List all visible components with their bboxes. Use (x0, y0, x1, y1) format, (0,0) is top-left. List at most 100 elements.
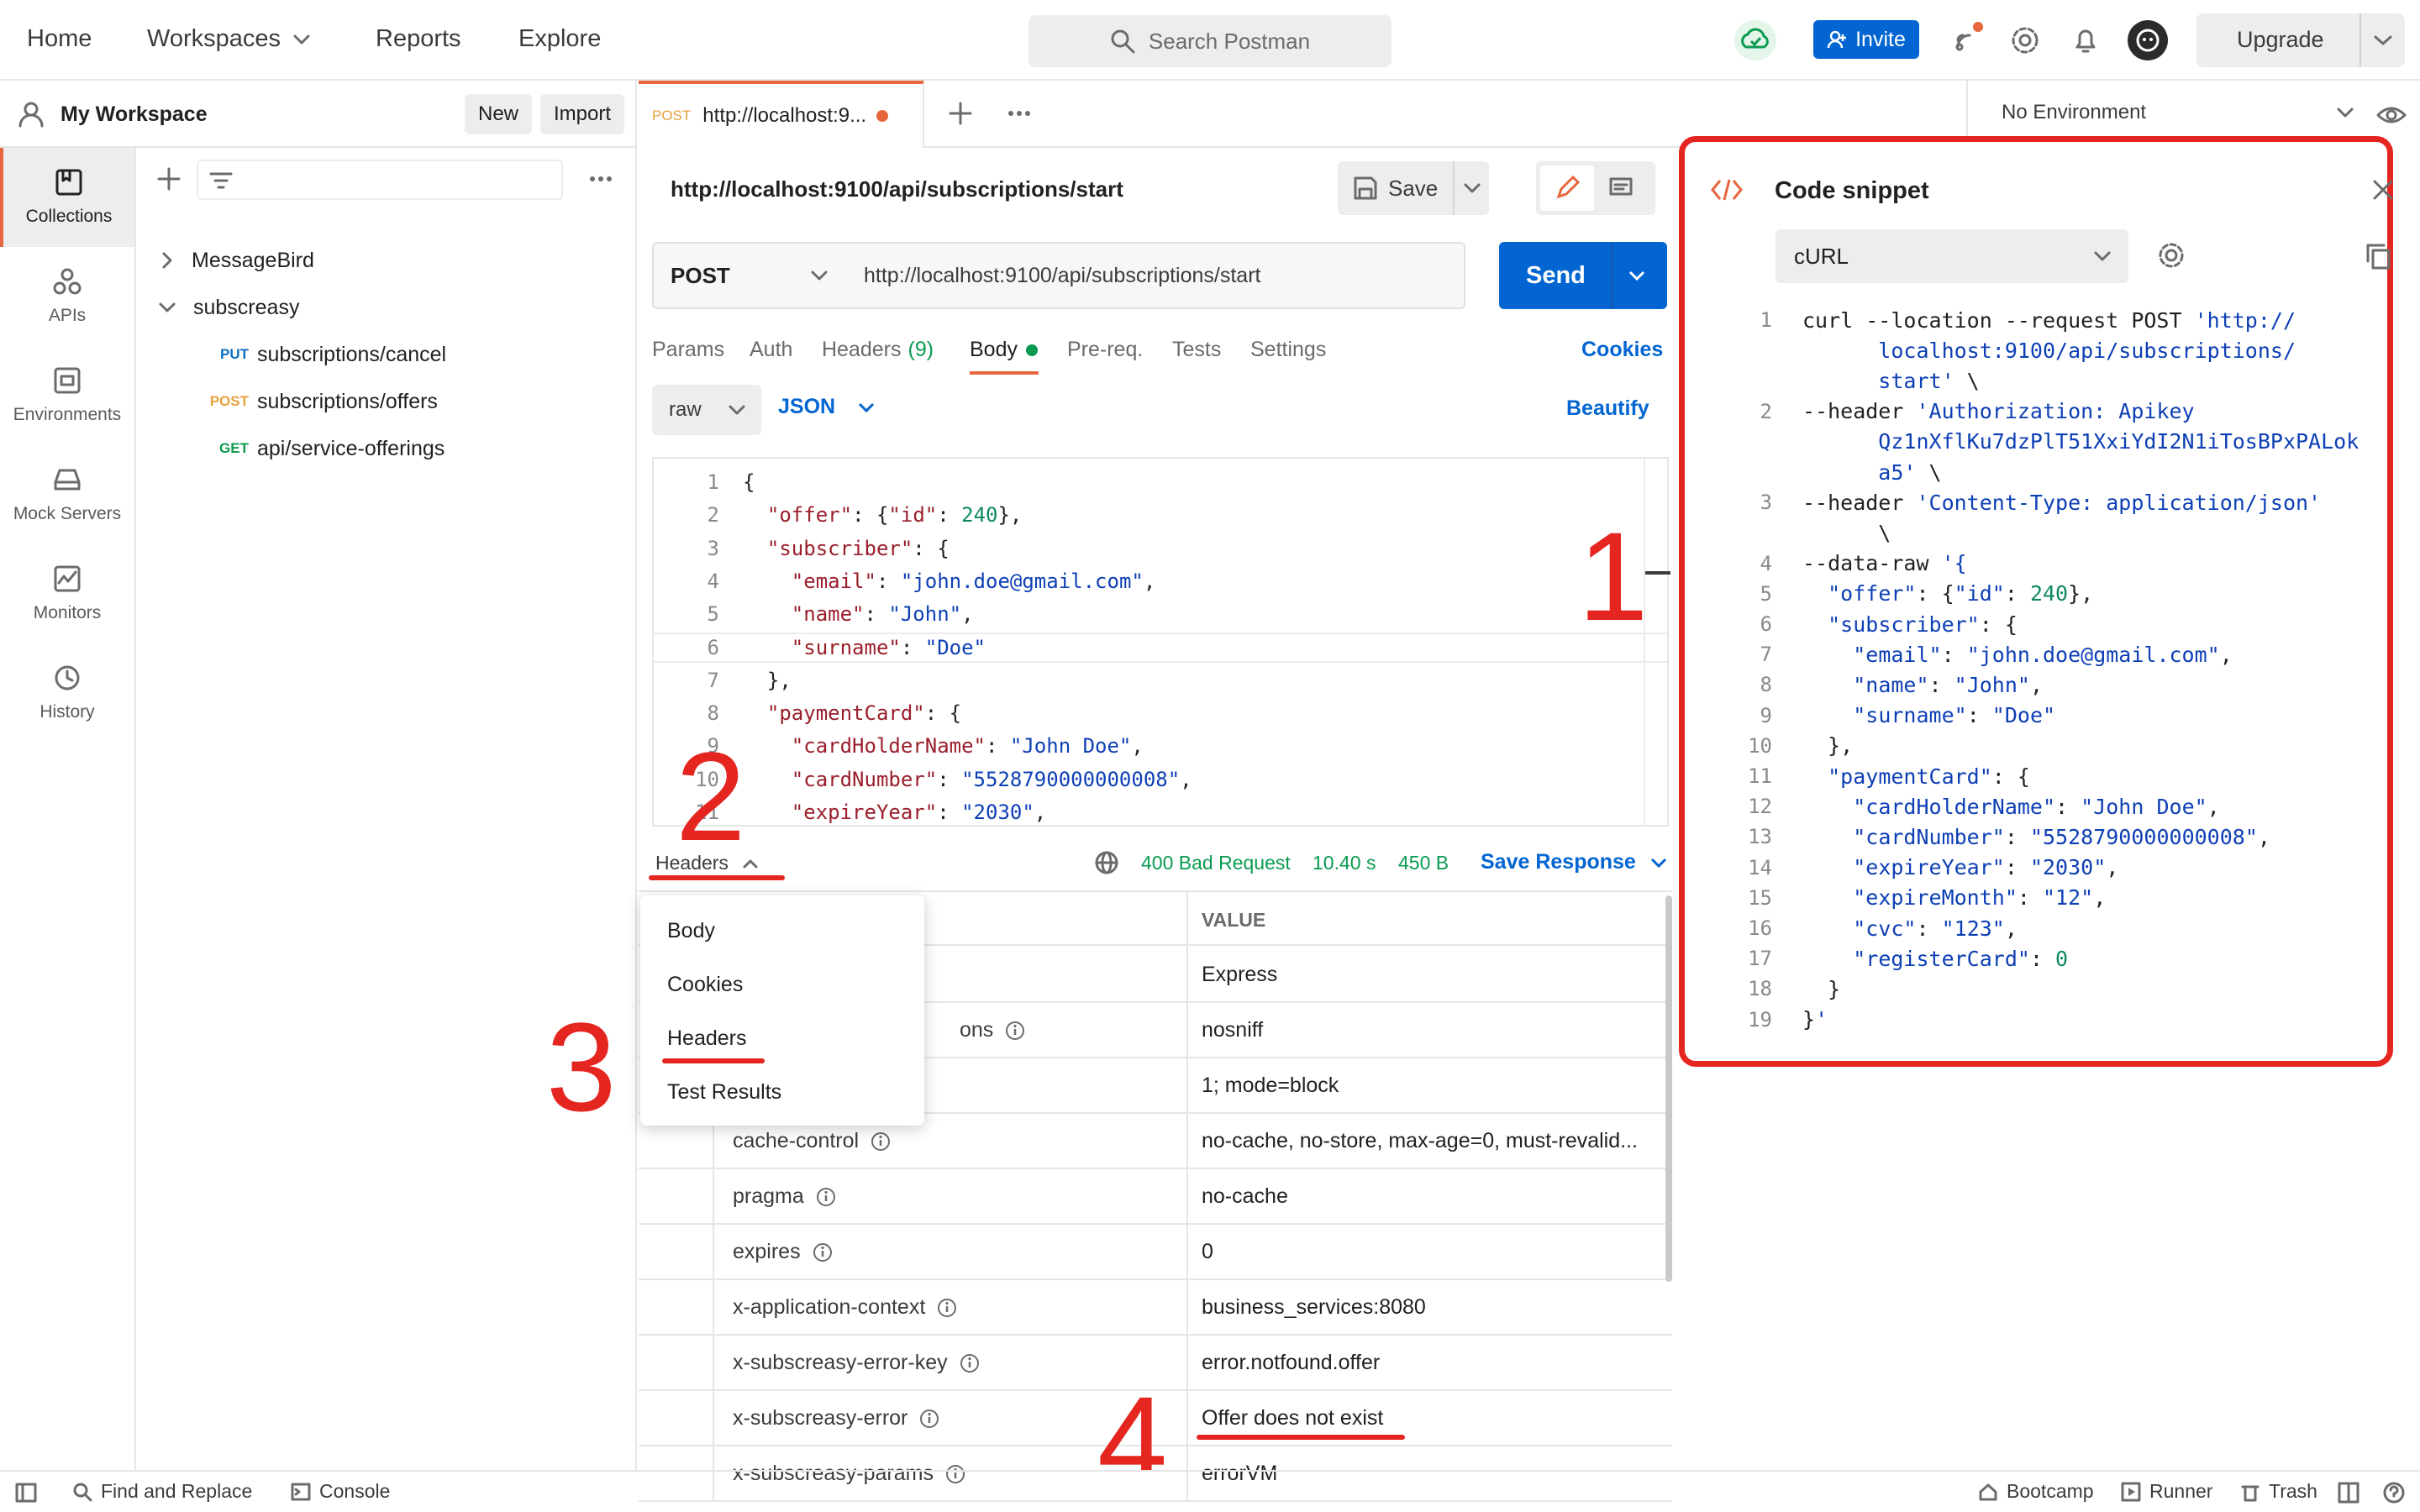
tab-settings[interactable]: Settings (1250, 338, 1326, 362)
nav-workspaces[interactable]: Workspaces (147, 25, 311, 53)
find-replace-button[interactable]: Find and Replace (72, 1480, 252, 1503)
chevron-down-icon (2094, 251, 2111, 261)
avatar[interactable] (2128, 20, 2168, 60)
collection-subscreasy[interactable]: subscreasy (136, 284, 637, 331)
chevron-down-icon[interactable] (2373, 34, 2393, 46)
save-button[interactable]: Save (1338, 161, 1489, 215)
gear-icon[interactable] (2157, 241, 2186, 270)
chevron-down-icon (1464, 183, 1481, 193)
cookies-link[interactable]: Cookies (1581, 338, 1663, 362)
collection-messagebird[interactable]: MessageBird (136, 237, 637, 284)
globe-icon[interactable] (1094, 850, 1119, 875)
url-input[interactable]: http://localhost:9100/api/subscriptions/… (845, 242, 1465, 309)
nav-home[interactable]: Home (27, 25, 92, 53)
more-options-icon[interactable] (590, 176, 612, 181)
request-title[interactable]: http://localhost:9100/api/subscriptions/… (671, 176, 1123, 202)
request-item[interactable]: POST subscriptions/offers (136, 378, 637, 425)
info-icon[interactable] (813, 1242, 833, 1263)
tab-auth[interactable]: Auth (750, 338, 792, 362)
nav-reports[interactable]: Reports (376, 25, 461, 53)
info-icon[interactable] (919, 1409, 939, 1429)
header-value[interactable]: 1; mode=block (1202, 1074, 1339, 1098)
tab-prereq[interactable]: Pre-req. (1067, 338, 1143, 362)
chevron-down-icon (729, 405, 745, 415)
code-line: 3 "subscriber": { (654, 533, 950, 564)
header-value[interactable]: nosniff (1202, 1018, 1263, 1042)
request-item[interactable]: PUT subscriptions/cancel (136, 331, 637, 378)
body-mode-select[interactable]: raw (652, 385, 761, 435)
code-line: 10 }, (1685, 731, 1853, 761)
header-value[interactable]: error.notfound.offer (1202, 1351, 1380, 1375)
satellite-icon[interactable] (1951, 22, 1985, 55)
sidebar-item-monitors[interactable]: Monitors (0, 544, 134, 643)
send-button[interactable]: Send (1499, 242, 1667, 309)
menu-item-test-results[interactable]: Test Results (667, 1080, 781, 1105)
edit-mode-button[interactable] (1540, 165, 1594, 211)
body-language-select[interactable]: JSON (778, 395, 876, 419)
help-icon[interactable] (2383, 1482, 2405, 1504)
info-icon[interactable] (960, 1353, 980, 1373)
info-icon[interactable] (1005, 1021, 1025, 1041)
import-button[interactable]: Import (540, 94, 624, 134)
header-value[interactable]: no-cache, no-store, max-age=0, must-reva… (1202, 1129, 1638, 1153)
method-select[interactable]: POST (652, 242, 847, 309)
sidebar-item-mock-servers[interactable]: Mock Servers (0, 445, 134, 544)
info-icon[interactable] (871, 1131, 891, 1152)
invite-button[interactable]: Invite (1813, 20, 1919, 59)
bootcamp-button[interactable]: Bootcamp (1978, 1480, 2094, 1503)
header-value[interactable]: Express (1202, 963, 1277, 987)
console-button[interactable]: Console (291, 1480, 390, 1503)
code-line: 6 "surname": "Doe" (654, 632, 1667, 663)
environment-select[interactable]: No Environment (2002, 101, 2354, 124)
plus-icon[interactable] (948, 101, 973, 126)
menu-item-body[interactable]: Body (667, 919, 715, 943)
sidebar-toggle-icon[interactable] (15, 1482, 37, 1504)
search-bar[interactable]: Search Postman (1028, 15, 1392, 67)
plus-icon[interactable] (156, 166, 182, 192)
nav-explore[interactable]: Explore (518, 25, 601, 53)
header-value[interactable]: 0 (1202, 1240, 1213, 1264)
header-value[interactable]: no-cache (1202, 1184, 1288, 1209)
method-badge: POST (652, 108, 692, 123)
runner-button[interactable]: Runner (2121, 1480, 2212, 1503)
status-code[interactable]: 400 Bad Request (1141, 852, 1291, 874)
copy-icon[interactable] (2365, 243, 2391, 270)
close-icon[interactable] (2372, 179, 2394, 201)
sidebar-item-environments[interactable]: Environments (0, 346, 134, 445)
header-value[interactable]: business_services:8080 (1202, 1295, 1426, 1320)
tab-params[interactable]: Params (652, 338, 724, 362)
layout-icon[interactable] (2338, 1482, 2360, 1504)
scrollbar[interactable] (1665, 895, 1672, 1282)
trash-button[interactable]: Trash (2240, 1480, 2317, 1503)
body-editor[interactable]: 1{2 "offer": {"id": 240}, 3 "subscriber":… (652, 457, 1669, 827)
panel-title: Code snippet (1775, 177, 1929, 204)
bell-icon[interactable] (2070, 25, 2101, 55)
gear-icon[interactable] (2010, 25, 2040, 55)
menu-item-cookies[interactable]: Cookies (667, 973, 743, 997)
filter-input[interactable] (197, 160, 563, 200)
response-time[interactable]: 10.40 s (1313, 852, 1376, 874)
beautify-link[interactable]: Beautify (1566, 396, 1649, 421)
upgrade-button[interactable]: Upgrade (2196, 13, 2405, 67)
save-response-button[interactable]: Save Response (1481, 850, 1668, 874)
response-size[interactable]: 450 B (1398, 852, 1449, 874)
sidebar-item-history[interactable]: History (0, 643, 134, 743)
language-select[interactable]: cURL (1776, 229, 2128, 283)
sidebar-item-apis[interactable]: APIs (0, 247, 134, 346)
menu-item-headers[interactable]: Headers (667, 1026, 747, 1051)
tab-request[interactable]: POST http://localhost:9... (639, 81, 924, 148)
info-icon[interactable] (816, 1187, 836, 1207)
new-button[interactable]: New (465, 94, 532, 134)
response-view-select[interactable]: Headers (655, 852, 759, 874)
info-icon[interactable] (937, 1298, 957, 1318)
header-value[interactable]: Offer does not exist (1202, 1406, 1383, 1431)
tab-body[interactable]: Body (970, 338, 1038, 362)
eye-icon[interactable] (2376, 104, 2407, 126)
request-item[interactable]: GET api/service-offerings (136, 425, 637, 472)
tab-tests[interactable]: Tests (1172, 338, 1221, 362)
comments-button[interactable] (1594, 165, 1648, 211)
sidebar-item-collections[interactable]: Collections (0, 148, 134, 247)
more-options-icon[interactable] (1008, 111, 1030, 116)
tab-headers[interactable]: Headers (9) (822, 338, 934, 362)
sync-status[interactable] (1734, 20, 1776, 60)
